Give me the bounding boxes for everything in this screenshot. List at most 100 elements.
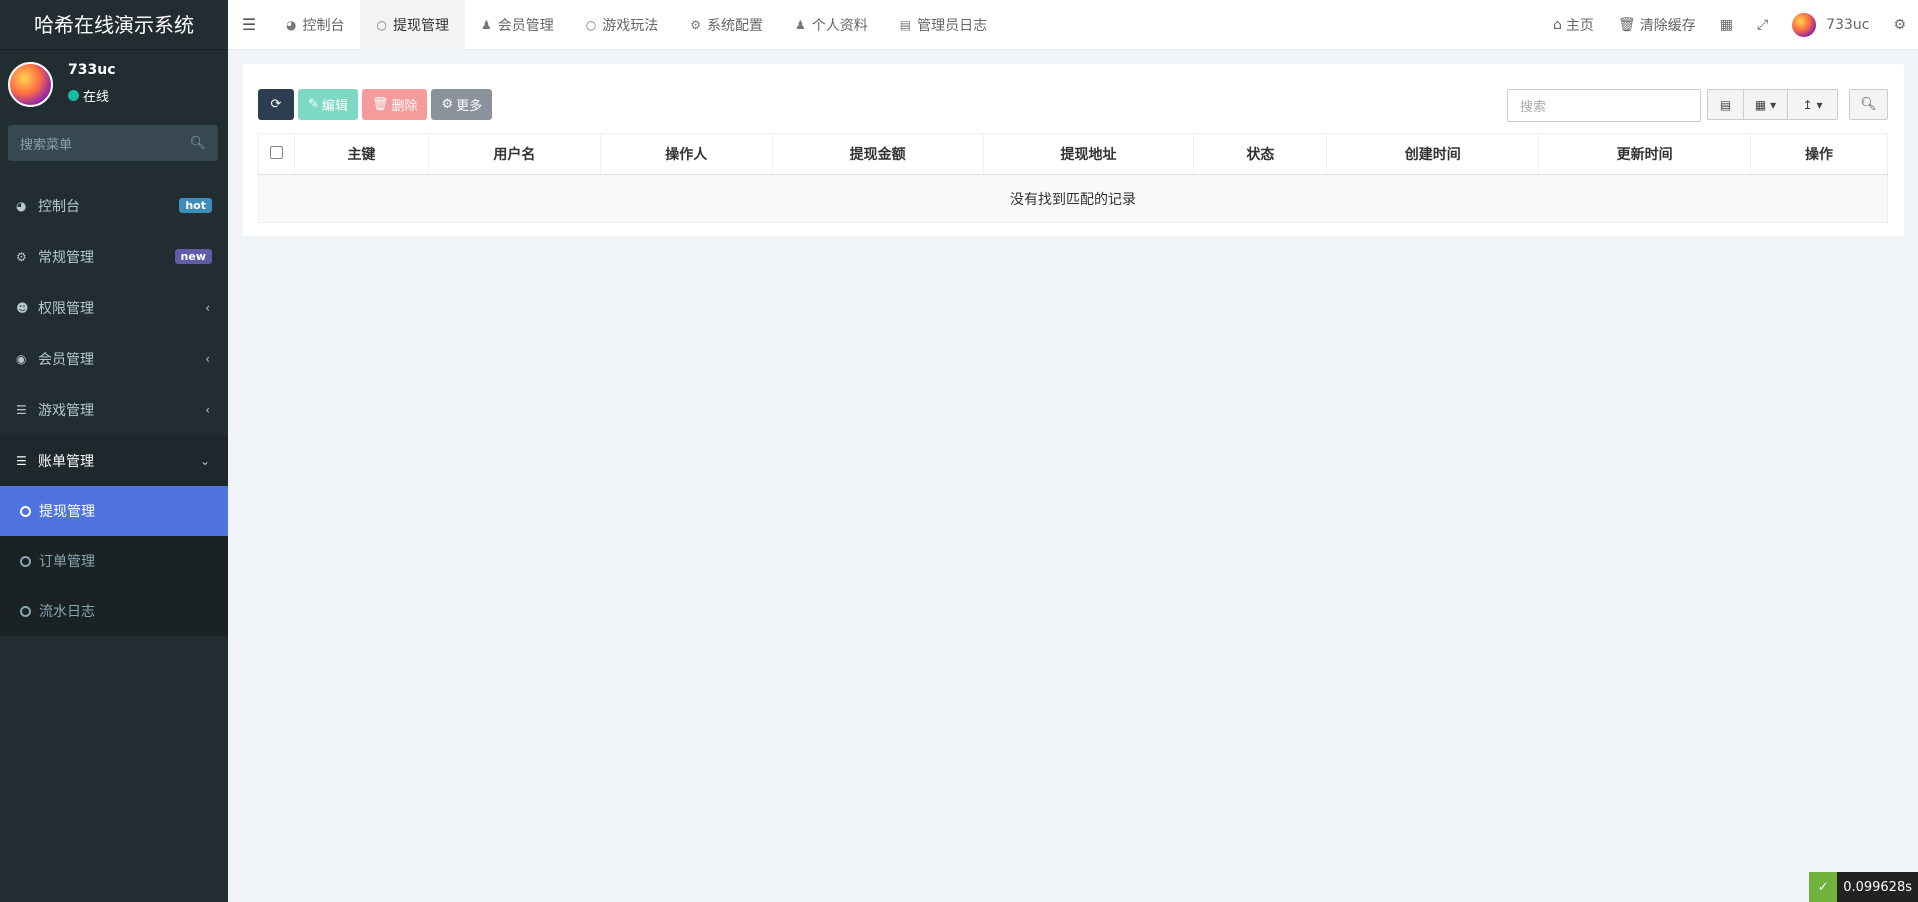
sidebar-subitem-orders[interactable]: 订单管理 xyxy=(0,536,228,586)
clear-cache-label: 清除缓存 xyxy=(1639,18,1696,34)
tab-label: 系统配置 xyxy=(706,17,763,34)
withdrawals-table: 主键 用户名 操作人 提现金额 提现地址 状态 创建时间 更新时间 操作 没有找… xyxy=(258,133,1888,223)
table-search-placeholder: 搜索 xyxy=(1520,100,1547,115)
sidebar-item-general[interactable]: ⚙ 常规管理 new xyxy=(0,231,228,282)
sidebar-item-label: 权限管理 xyxy=(38,300,94,317)
user-icon: ♟ xyxy=(480,17,492,32)
tab-members[interactable]: ♟ 会员管理 xyxy=(465,0,570,50)
column-header[interactable]: 更新时间 xyxy=(1538,133,1752,175)
more-button[interactable]: ⚙ 更多 xyxy=(431,89,493,120)
sidebar-subitem-withdrawals[interactable]: 提现管理 xyxy=(0,486,228,536)
column-header[interactable]: 状态 xyxy=(1193,133,1328,175)
empty-table-message: 没有找到匹配的记录 xyxy=(258,174,1888,223)
pencil-icon: ✎ xyxy=(308,97,319,112)
circle-icon xyxy=(20,505,31,517)
column-header[interactable]: 主键 xyxy=(293,133,429,175)
sidebar-subitem-flow-log[interactable]: 流水日志 xyxy=(0,586,228,636)
sidebar: 哈希在线演示系统 733uc 在线 搜索菜单 🔍︎ ◕ 控制台 hot ⚙ 常规管理 n… xyxy=(0,0,228,902)
circle-icon xyxy=(20,605,31,617)
user-name: 733uc xyxy=(68,62,116,78)
sidebar-subitem-label: 订单管理 xyxy=(39,554,95,570)
chevron-left-icon: ‹ xyxy=(205,351,210,366)
column-header[interactable]: 创建时间 xyxy=(1326,133,1540,175)
tab-system-config[interactable]: ⚙ 系统配置 xyxy=(674,0,779,50)
main-panel: ⟳ ✎ 编辑 🗑︎ 删除 ⚙ 更多 搜索 ▤ ▦ ▾ ↥ ▾ 🔍︎ 主键 用户名 操作人 … xyxy=(243,64,1904,236)
search-icon: 🔍︎ xyxy=(1860,97,1877,112)
tab-gameplay[interactable]: ○ 游戏玩法 xyxy=(570,0,674,50)
trash-icon: 🗑︎ xyxy=(1617,17,1636,33)
dashboard-icon: ◕ xyxy=(16,198,27,213)
tab-profile[interactable]: ♟ 个人资料 xyxy=(779,0,884,50)
user-status-label: 在线 xyxy=(83,90,110,105)
tab-label: 会员管理 xyxy=(497,17,554,34)
edit-button[interactable]: ✎ 编辑 xyxy=(298,89,358,120)
sidebar-item-label: 常规管理 xyxy=(38,249,94,266)
sidebar-item-billing[interactable]: ☰ 账单管理 ⌄ xyxy=(0,435,228,486)
avatar xyxy=(1792,13,1817,37)
select-all-checkbox[interactable] xyxy=(269,145,283,159)
tab-admin-log[interactable]: ▤ 管理员日志 xyxy=(884,0,1003,50)
list-icon: ☰ xyxy=(16,402,27,417)
table-view-group: ▤ ▦ ▾ ↥ ▾ xyxy=(1707,89,1838,120)
table-row: 没有找到匹配的记录 xyxy=(258,174,1888,223)
tab-dashboard[interactable]: ◕ 控制台 xyxy=(270,0,360,50)
user-menu[interactable]: 733uc xyxy=(1780,0,1881,50)
trash-icon: 🗑︎ xyxy=(371,97,389,112)
menu-toggle-icon[interactable]: ☰ xyxy=(228,0,270,50)
sidebar-item-label: 游戏管理 xyxy=(38,402,94,419)
home-link[interactable]: ⌂ 主页 xyxy=(1541,0,1606,50)
toggle-view-button[interactable]: ▤ xyxy=(1707,89,1744,120)
column-header[interactable]: 用户名 xyxy=(427,133,601,175)
clear-cache-button[interactable]: 🗑︎ 清除缓存 xyxy=(1606,0,1708,50)
tab-label: 游戏玩法 xyxy=(602,17,659,34)
settings-gear-icon[interactable]: ⚙ xyxy=(1881,0,1918,50)
sidebar-search-input[interactable]: 搜索菜单 🔍︎ xyxy=(8,125,218,161)
sidebar-item-games[interactable]: ☰ 游戏管理 ‹ xyxy=(0,384,228,435)
more-label: 更多 xyxy=(456,99,483,114)
card-view-icon: ▤ xyxy=(1719,97,1732,112)
sidebar-item-dashboard[interactable]: ◕ 控制台 hot xyxy=(0,180,228,231)
chevron-left-icon: ‹ xyxy=(205,300,210,315)
cogs-icon: ⚙ xyxy=(16,249,27,264)
edit-label: 编辑 xyxy=(321,99,348,114)
tab-label: 个人资料 xyxy=(811,17,868,34)
gear-icon: ⚙ xyxy=(690,17,701,32)
sidebar-search-placeholder: 搜索菜单 xyxy=(20,137,73,153)
delete-label: 删除 xyxy=(391,99,418,114)
language-icon[interactable]: ▦ xyxy=(1708,0,1745,50)
sidebar-subitem-label: 流水日志 xyxy=(39,604,95,620)
list-alt-icon: ▤ xyxy=(899,17,912,32)
refresh-button[interactable]: ⟳ xyxy=(258,89,294,120)
app-title[interactable]: 哈希在线演示系统 xyxy=(0,0,228,50)
column-header[interactable]: 提现金额 xyxy=(771,133,984,175)
table-search-input[interactable]: 搜索 xyxy=(1507,89,1701,122)
list-icon: ☰ xyxy=(16,453,27,468)
sidebar-menu: ◕ 控制台 hot ⚙ 常规管理 new ☻ 权限管理 ‹ ◉ 会员管理 ‹ ☰ 游戏管理 ‹ ☰ 账… xyxy=(0,180,228,636)
columns-button[interactable]: ▦ ▾ xyxy=(1744,89,1788,120)
home-label: 主页 xyxy=(1565,18,1594,34)
home-icon: ⌂ xyxy=(1553,17,1562,33)
fullscreen-icon[interactable]: ⤢ xyxy=(1745,0,1780,50)
sidebar-item-label: 控制台 xyxy=(38,198,80,215)
sidebar-subitem-label: 提现管理 xyxy=(39,504,95,520)
tab-withdrawals[interactable]: ○ 提现管理 xyxy=(360,0,465,50)
users-icon: ☻ xyxy=(16,300,29,315)
column-header[interactable]: 提现地址 xyxy=(982,133,1195,175)
debug-timer[interactable]: ✓ 0.099628s xyxy=(1809,872,1918,902)
advanced-search-button[interactable]: 🔍︎ xyxy=(1849,89,1888,120)
circle-icon: ○ xyxy=(376,17,387,32)
delete-button[interactable]: 🗑︎ 删除 xyxy=(361,89,428,120)
refresh-icon: ⟳ xyxy=(270,97,282,112)
sidebar-item-label: 账单管理 xyxy=(38,453,94,470)
user-status: 在线 xyxy=(68,86,109,105)
column-header[interactable]: 操作人 xyxy=(599,133,773,175)
chevron-left-icon: ‹ xyxy=(205,402,210,417)
table-toolbar: ⟳ ✎ 编辑 🗑︎ 删除 ⚙ 更多 xyxy=(258,89,493,120)
sidebar-item-members[interactable]: ◉ 会员管理 ‹ xyxy=(0,333,228,384)
export-button[interactable]: ↥ ▾ xyxy=(1788,89,1838,120)
sidebar-item-permissions[interactable]: ☻ 权限管理 ‹ xyxy=(0,282,228,333)
columns-icon: ▦ xyxy=(1754,97,1767,112)
user-icon: ♟ xyxy=(794,17,806,32)
tab-label: 提现管理 xyxy=(392,17,449,34)
tab-label: 控制台 xyxy=(302,17,345,34)
